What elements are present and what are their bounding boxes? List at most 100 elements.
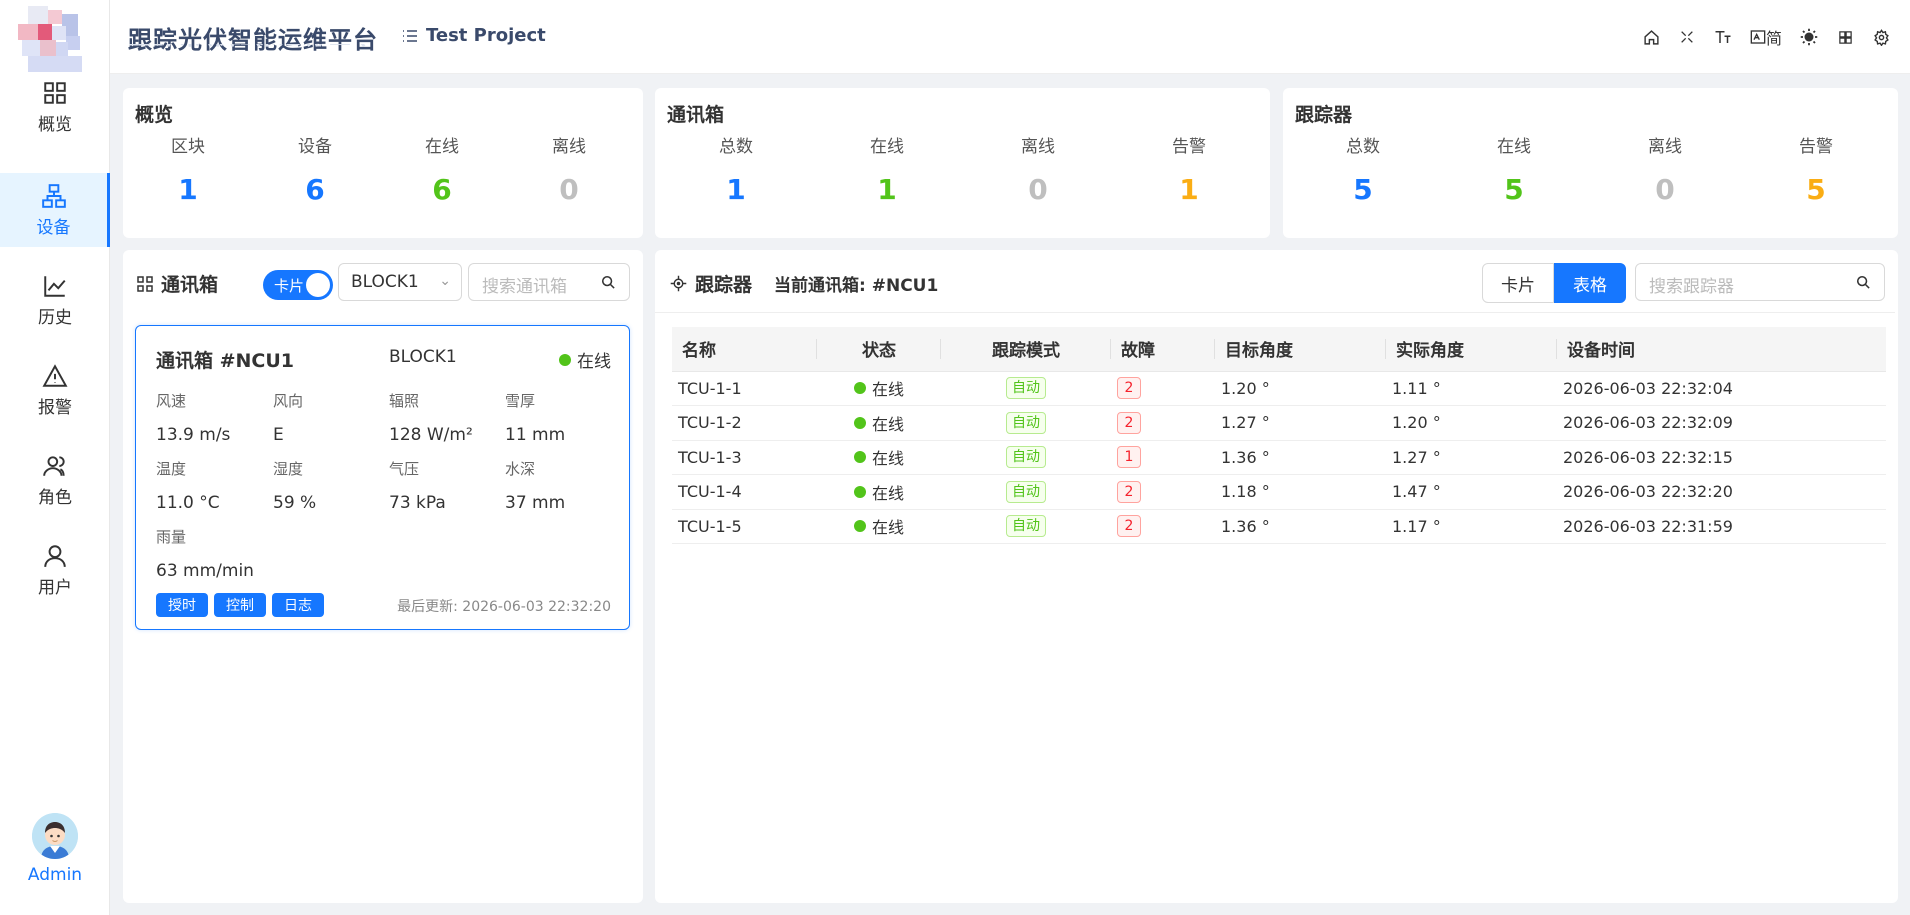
stat-value: 6 [305,173,325,206]
online-dot-icon [853,382,866,395]
cell-fault: 2 [1111,509,1215,544]
network-icon [41,183,66,208]
stat-block: 区块 1 [123,132,253,206]
sidebar-item-alarms[interactable]: 报警 [0,353,110,427]
table-row[interactable]: TCU-1-1 在线 自动 2 1.20 ° 1.11 ° 2026-06-03 22:32… [672,371,1886,406]
stat-total: 总数 5 [1298,132,1428,206]
sidebar-item-overview[interactable]: 概览 [0,70,110,144]
stat-value: 1 [178,173,198,206]
stat-label: 离线 [1021,137,1055,157]
sidebar-item-history[interactable]: 历史 [0,263,110,337]
stat-label: 离线 [1648,137,1682,157]
stat-offline: 离线 0 [1600,132,1730,206]
cell-device-time: 2026-06-03 22:32:04 [1557,371,1886,406]
sidebar-item-users[interactable]: 用户 [0,533,110,607]
online-dot-icon [853,416,866,429]
column-header[interactable]: 名称 [672,327,817,372]
stat-total: 总数 1 [671,132,801,206]
table-row[interactable]: TCU-1-4 在线 自动 2 1.18 ° 1.47 ° 2026-06-03 22:32… [672,474,1886,510]
mode-tag: 自动 [1006,446,1046,469]
project-selector[interactable]: Test Project [402,25,546,46]
ncu-search-input[interactable]: 搜索通讯箱 [468,263,630,301]
cell-target-angle: 1.20 ° [1215,371,1386,406]
fault-badge[interactable]: 2 [1117,480,1141,503]
language-switch[interactable]: 简 [1748,26,1784,48]
metric-humidity: 湿度 59 % [273,458,383,513]
metric-value: 63 mm/min [156,561,254,581]
tracker-panel-header: 跟踪器 当前通讯箱: #NCU1 [670,270,938,297]
column-header[interactable]: 目标角度 [1215,327,1386,372]
online-dot-icon [853,451,866,464]
column-header[interactable]: 设备时间 [1557,327,1886,372]
overview-title: 概览 [135,104,174,126]
fault-badge[interactable]: 1 [1117,446,1141,469]
metric-wind-speed: 风速 13.9 m/s [156,390,266,445]
column-header[interactable]: 故障 [1111,327,1215,372]
column-header[interactable]: 实际角度 [1386,327,1557,372]
fault-badge[interactable]: 2 [1117,377,1141,400]
language-label: 简 [1765,29,1782,48]
card-view-toggle[interactable]: 卡片 [263,270,333,300]
current-ncu-label: 当前通讯箱: #NCU1 [774,276,939,296]
control-button[interactable]: 控制 [214,593,266,617]
cell-actual-angle: 1.47 ° [1386,474,1557,510]
metric-value: 13.9 m/s [156,425,231,445]
stat-offline: 离线 0 [504,132,634,206]
ncu-stats-card: 通讯箱 总数 1 在线 1 离线 0 告警 1 [655,88,1270,238]
fault-badge[interactable]: 2 [1117,515,1141,538]
view-mode-switch: 卡片 表格 [1482,263,1626,303]
stat-label: 总数 [1346,137,1380,157]
tracker-search-input[interactable]: 搜索跟踪器 [1635,263,1885,301]
time-sync-button[interactable]: 授时 [156,593,208,617]
metric-water-depth: 水深 37 mm [505,458,615,513]
cell-name: TCU-1-1 [672,371,817,406]
ncu-card[interactable]: 通讯箱 #NCU1 BLOCK1 在线 风速 13.9 m/s 风向 E 辐照 … [135,325,630,630]
cell-status: 在线 [817,405,941,441]
cell-name: TCU-1-2 [672,405,817,441]
fault-badge[interactable]: 2 [1117,411,1141,434]
stat-label: 在线 [870,137,904,157]
ncu-card-block: BLOCK1 [389,347,457,367]
metric-value: 73 kPa [389,493,446,513]
sidebar-item-roles[interactable]: 角色 [0,443,110,517]
stat-label: 在线 [425,137,459,157]
column-header[interactable]: 跟踪模式 [941,327,1111,372]
mode-tag: 自动 [1006,480,1046,503]
search-icon [601,275,615,289]
cell-mode: 自动 [941,371,1111,406]
panel-divider [655,312,1895,313]
card-view-button[interactable]: 卡片 [1482,263,1554,303]
sidebar-item-devices[interactable]: 设备 [0,173,110,247]
status-text: 在线 [871,414,904,434]
block-select[interactable]: BLOCK1 ⌄ [338,263,462,301]
home-icon[interactable] [1640,26,1662,48]
tracker-panel-title: 跟踪器 [695,274,753,296]
font-size-icon[interactable] [1712,26,1734,48]
sidebar-item-label: 报警 [38,397,72,418]
status-text: 在线 [871,518,904,538]
chevron-down-icon: ⌄ [439,273,451,289]
sidebar-item-label: 概览 [38,114,72,135]
layout-icon[interactable] [1834,26,1856,48]
fullscreen-icon[interactable] [1676,26,1698,48]
sidebar-item-label: 角色 [38,487,72,508]
table-view-button[interactable]: 表格 [1554,263,1626,303]
metric-value: 37 mm [505,493,566,513]
metric-pressure: 气压 73 kPa [389,458,499,513]
stat-value: 0 [559,173,579,206]
user-profile[interactable]: Admin [0,813,110,885]
avatar[interactable] [32,813,78,859]
tracker-search-placeholder: 搜索跟踪器 [1649,277,1734,297]
theme-icon[interactable] [1798,26,1820,48]
table-row[interactable]: TCU-1-2 在线 自动 2 1.27 ° 1.20 ° 2026-06-03 22:32… [672,405,1886,441]
metric-label: 水深 [505,460,536,478]
table-row[interactable]: TCU-1-3 在线 自动 1 1.36 ° 1.27 ° 2026-06-03 22:32… [672,440,1886,475]
cell-actual-angle: 1.20 ° [1386,405,1557,441]
settings-icon[interactable] [1870,26,1892,48]
table-row[interactable]: TCU-1-5 在线 自动 2 1.36 ° 1.17 ° 2026-06-03 22:31… [672,509,1886,544]
stat-alarm: 告警 1 [1124,132,1254,206]
column-header[interactable]: 状态 [817,327,941,372]
grid-icon [44,81,66,104]
log-button[interactable]: 日志 [272,593,324,617]
sidebar-item-label: 历史 [38,307,72,328]
